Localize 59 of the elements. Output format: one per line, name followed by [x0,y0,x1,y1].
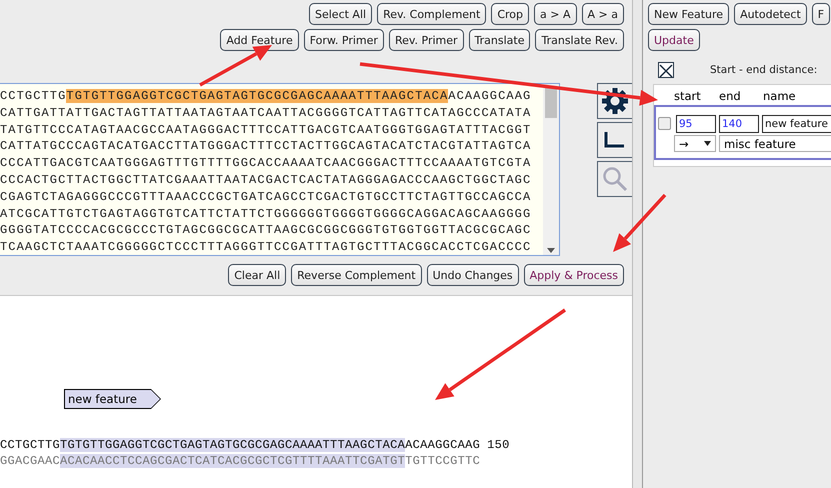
toolbar-button[interactable]: Translate Rev. [535,29,624,51]
sequence-text: ACAAGGCAAG [405,438,480,452]
sequence-text: GGACGAAC [0,454,60,468]
action-button[interactable]: Apply & Process [524,264,624,286]
position-number: 150 [487,437,510,453]
toolbar-button[interactable]: Translate [468,29,530,51]
action-button[interactable]: Reverse Complement [291,264,422,286]
checkbox[interactable] [658,117,671,130]
sequence-text: TATGTTCCCATAGTAACGCCAATAGGGACTTTCCATTGACGTCAATGGGTGGAGTATTTACGGT [0,122,532,137]
column-header: start [674,89,702,103]
name-field[interactable]: new feature [762,115,831,133]
action-button[interactable]: Clear All [228,264,286,286]
panel-button[interactable]: F [812,3,830,25]
sequence-text: TGTGTTGGAGGTCGCTGAGTAGTGCGCGAGCAAAATTTAAGCTACA [60,438,406,452]
sequence-text: ATCGCATTGTCTGAGTAGGTGTCATTCTATTCTGGGGGGTGGGGTGGGGCAGGACAGCAAGGGG [0,206,532,221]
end-field[interactable]: 140 [719,115,759,133]
sequence-text-area[interactable] [0,83,560,256]
sequence-text: GGGGTATCCCCACGCGCCCTGTAGCGGCGCATTAAGCGCGGCGGGTGTGGTGGTTACGCGCAGC [0,223,532,238]
annotation-arrow [613,194,666,252]
sequence-text: CCCATTGACGTCAATGGGAGTTTGTTTTGGCACCAAAATCAACGGGACTTTCCAAAATGTCGTA [0,156,532,170]
feature-label: new feature [65,390,160,408]
toolbar-button[interactable]: A > a [582,3,624,25]
caret-icon [704,141,711,146]
sequence-text: ACAAGGCAAG [448,89,532,103]
toolbar-button[interactable]: Select All [309,3,372,25]
sequence-text: CCTGCTTG [0,89,66,103]
toolbar-button[interactable]: Crop [491,3,530,25]
update-button[interactable]: Update [648,29,700,51]
sequence-text: CATTATGCCCAGTACATGACCTTATGGGACTTTCCTACTTGGCAGTACATCTACGTATTAGTCA [0,139,532,154]
toolbar-button[interactable]: Rev. Primer [388,29,464,51]
step-line-icon [604,130,626,150]
column-header: name [763,89,797,103]
distance-label: Start - end distance: [710,64,818,76]
checkbox[interactable] [658,62,674,78]
scroll-down-icon [547,248,555,253]
sequence-text: CCTGCTTG [0,438,60,452]
sequence-text: TGTTCCGTTC [405,454,480,468]
action-button[interactable]: Undo Changes [426,264,519,286]
sequence-text: TGTGTTGGAGGTCGCTGAGTAGTGCGCGAGCAAAATTTAAGCTACA [66,89,448,103]
sequence-text: CGAGTCTAGAGGGCCCGTTTAAACCCGCTGATCAGCCTCGACTGTGCCTTCTAGTTGCCAGCCA [0,190,532,204]
sequence-text: ACACAACCTCCAGCGACTCATCACGCGCTCGTTTTAAATTCGATGT [60,454,406,468]
sequence-text: TCAAGCTCTAAATCGGGGGCTCCCTTTAGGGTTCCGATTTAGTGCTTTACGGCACCTCGACCCC [0,240,532,254]
sequence-text: CCCACTGCTTACTGGCTTATCGAAATTAATACGACTCACTATAGGGAGACCCAAGCTGGCTAGC [0,172,532,187]
splitter-bar[interactable] [632,0,643,488]
toolbar-button[interactable]: Forw. Primer [304,29,384,51]
gear-icon [601,87,629,115]
scrollbar-thumb[interactable] [545,86,557,118]
column-header: end [719,89,742,103]
start-field[interactable]: 95 [676,115,716,133]
panel-button[interactable]: New Feature [648,3,730,25]
sequence-text: CATTGATTATTGACTAGTTATTAATAGTAATCAATTACGGGGTCATTAGTTCATAGCCCATATA [0,106,532,120]
search-icon [602,166,628,192]
direction-dropdown[interactable]: → [674,135,716,152]
toolbar-button[interactable]: Rev. Complement [377,3,486,25]
type-dropdown[interactable]: misc feature [719,135,831,152]
scrollbar[interactable] [543,84,559,255]
toolbar-button[interactable]: Add Feature [220,29,299,51]
toolbar-button[interactable]: a > A [534,3,577,25]
panel-button[interactable]: Autodetect [734,3,807,25]
